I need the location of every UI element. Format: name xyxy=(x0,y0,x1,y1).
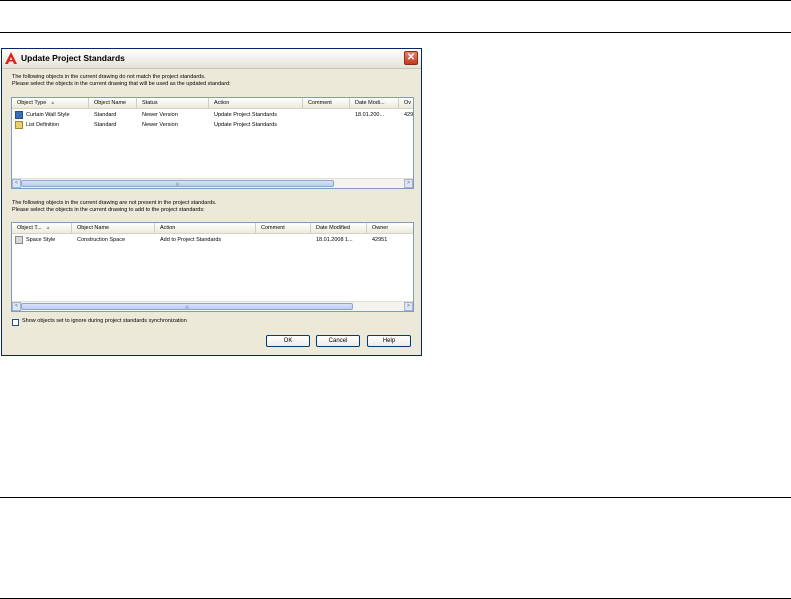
dialog-title: Update Project Standards xyxy=(21,53,125,63)
table-row[interactable]: Space Style Construction Space Add to Pr… xyxy=(12,235,413,245)
column-header-owner[interactable]: Ov xyxy=(399,98,413,108)
cell-comment[interactable] xyxy=(256,235,311,245)
ok-button[interactable]: OK xyxy=(266,335,310,347)
cell-action[interactable]: Add to Project Standards xyxy=(155,235,256,245)
scroll-thumb[interactable]: ||| xyxy=(21,303,353,310)
cell-object-name: Construction Space xyxy=(77,237,125,243)
close-button[interactable]: ✕ xyxy=(404,51,418,65)
cell-object-type: List Definition xyxy=(26,122,60,128)
update-project-standards-dialog: Update Project Standards ✕ The following… xyxy=(1,48,422,356)
top-info-line-2: Please select the objects in the current… xyxy=(12,81,231,87)
bottom-info-line-2: Please select the objects in the current… xyxy=(12,207,205,213)
column-header-object-name[interactable]: Object Name xyxy=(72,223,155,233)
cell-comment[interactable] xyxy=(303,110,350,120)
cell-object-type: Space Style xyxy=(26,237,56,243)
scroll-right-button[interactable]: > xyxy=(404,179,413,188)
bottom-info-line-1: The following objects in the current dra… xyxy=(12,200,217,206)
cell-owner: 42951 xyxy=(372,237,388,243)
cell-action[interactable]: Update Project Standards xyxy=(209,120,303,130)
cell-date-modified: 18.01.2008 1... xyxy=(316,237,353,243)
top-horizontal-scrollbar[interactable]: < ||| > xyxy=(12,178,413,188)
header-rule xyxy=(0,32,791,33)
cell-date-modified xyxy=(350,120,399,130)
column-header-date-modified[interactable]: Date Modified xyxy=(311,223,367,233)
cell-status: Newer Version xyxy=(142,112,178,118)
missing-objects-list[interactable]: Object T... ▲ Object Name Action Comment … xyxy=(11,222,414,312)
cell-comment[interactable] xyxy=(303,120,350,130)
list-header: Object Type ▲ Object Name Status Action C… xyxy=(12,98,413,109)
column-header-object-type[interactable]: Object Type ▲ xyxy=(12,98,89,108)
scroll-right-button[interactable]: > xyxy=(404,302,413,311)
column-header-owner[interactable]: Owner xyxy=(367,223,413,233)
cancel-button[interactable]: Cancel xyxy=(316,335,360,347)
show-ignored-objects-checkbox[interactable] xyxy=(12,319,19,326)
autocad-logo-icon xyxy=(5,52,17,64)
column-header-date-modified[interactable]: Date Modi... xyxy=(350,98,399,108)
show-ignored-objects-label[interactable]: Show objects set to ignore during projec… xyxy=(22,318,187,324)
help-button[interactable]: Help xyxy=(367,335,411,347)
scroll-thumb[interactable]: ||| xyxy=(21,180,334,187)
column-header-object-type[interactable]: Object T... ▲ xyxy=(12,223,72,233)
title-bar[interactable]: Update Project Standards ✕ xyxy=(2,49,421,69)
cell-date-modified: 18.01.200... xyxy=(355,112,385,118)
scroll-left-button[interactable]: < xyxy=(12,179,21,188)
column-header-action[interactable]: Action xyxy=(155,223,256,233)
cell-object-name: Standard xyxy=(94,112,117,118)
sort-ascending-icon: ▲ xyxy=(50,100,56,106)
cell-action[interactable]: Update Project Standards xyxy=(209,110,303,120)
column-header-object-name[interactable]: Object Name xyxy=(89,98,137,108)
cell-status: Newer Version xyxy=(142,122,178,128)
top-rule xyxy=(0,0,791,1)
table-row[interactable]: List Definition Standard Newer Version U… xyxy=(12,120,413,130)
table-row[interactable]: Curtain Wall Style Standard Newer Versio… xyxy=(12,110,413,120)
scroll-left-button[interactable]: < xyxy=(12,302,21,311)
column-header-comment[interactable]: Comment xyxy=(256,223,311,233)
column-header-action[interactable]: Action xyxy=(209,98,303,108)
sort-ascending-icon: ▲ xyxy=(45,225,51,231)
footer-rule-top xyxy=(0,497,791,498)
column-header-status[interactable]: Status xyxy=(137,98,209,108)
bottom-horizontal-scrollbar[interactable]: < ||| > xyxy=(12,301,413,311)
cell-object-name: Standard xyxy=(94,122,117,128)
list-header: Object T... ▲ Object Name Action Comment … xyxy=(12,223,413,234)
cell-owner xyxy=(399,120,413,130)
top-info-line-1: The following objects in the current dra… xyxy=(12,74,206,80)
cell-object-type: Curtain Wall Style xyxy=(26,112,70,118)
column-header-comment[interactable]: Comment xyxy=(303,98,350,108)
mismatched-objects-list[interactable]: Object Type ▲ Object Name Status Action C… xyxy=(11,97,414,189)
cell-owner: 429 xyxy=(404,112,414,118)
